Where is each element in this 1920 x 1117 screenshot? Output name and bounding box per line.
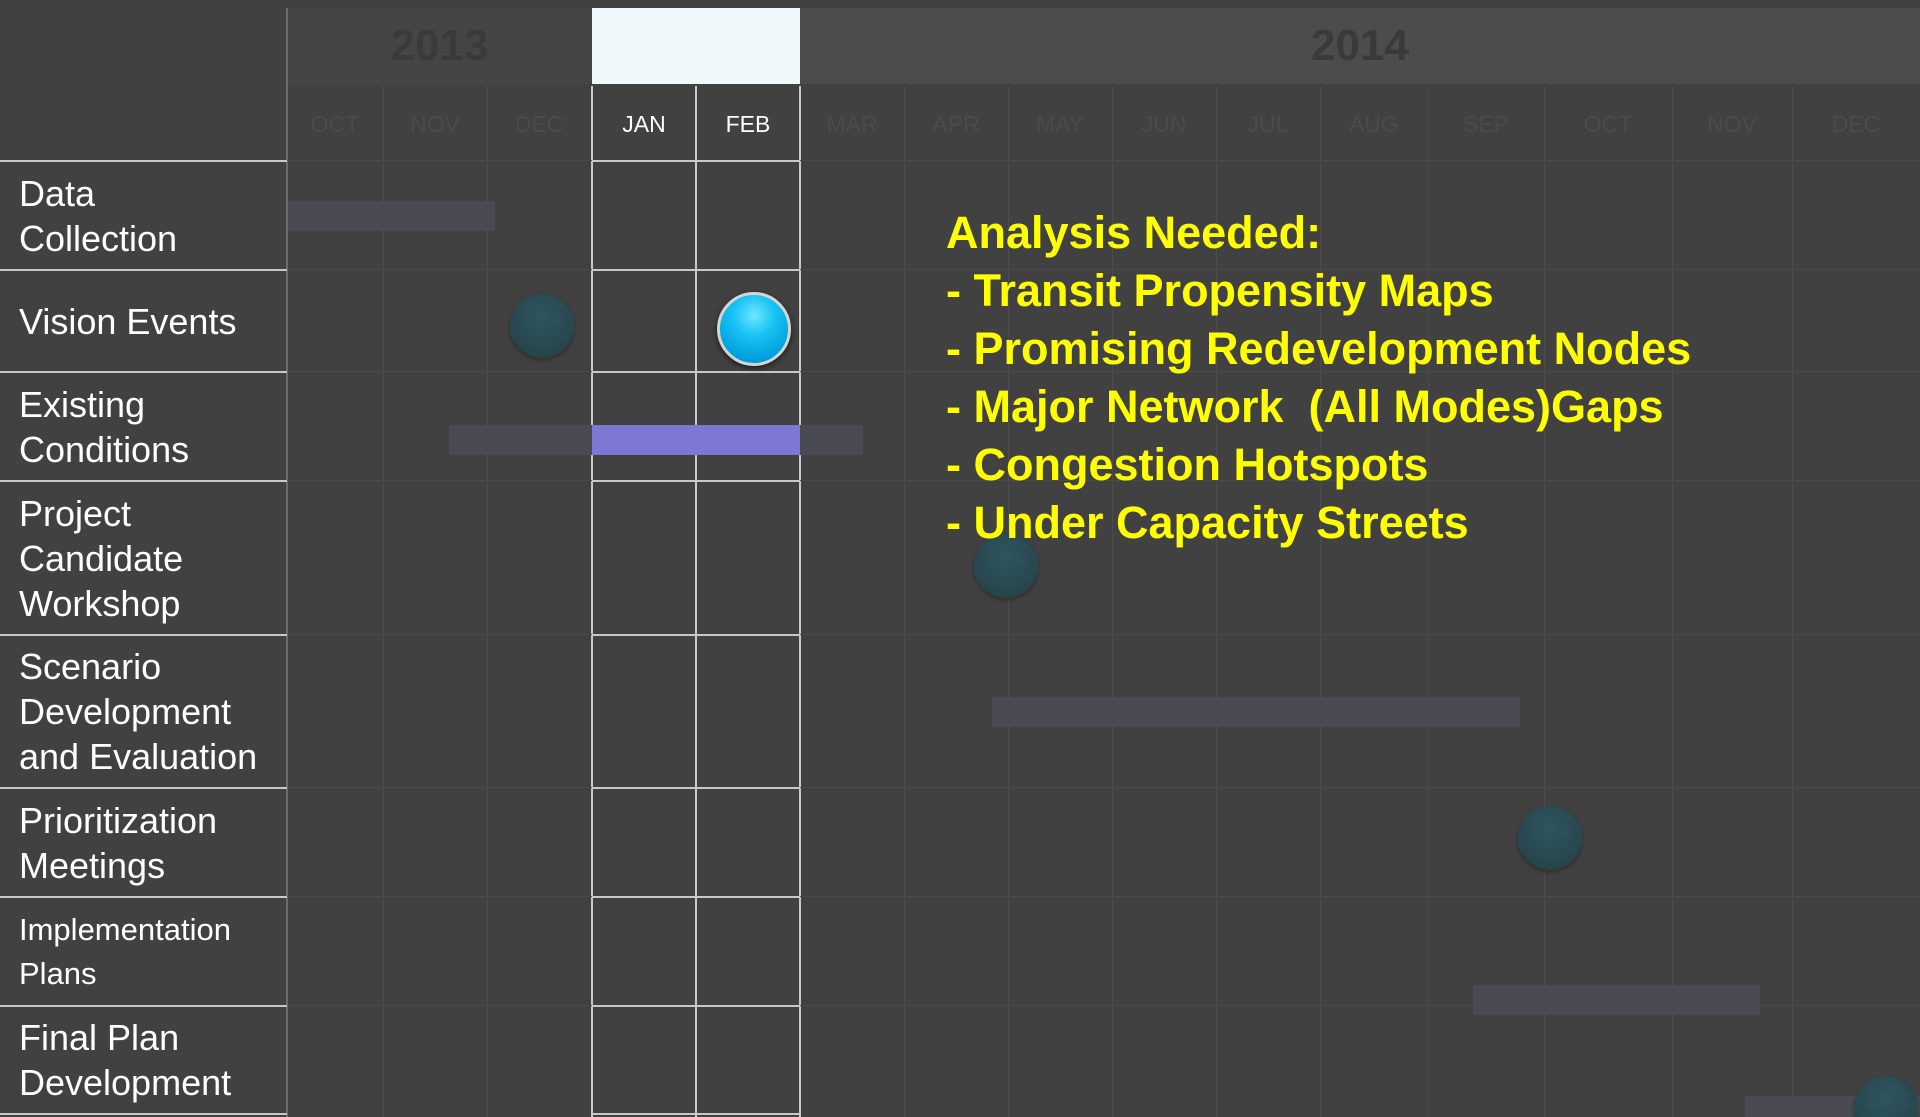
grid-line-highlight-start [591, 86, 593, 1117]
month-jul-2014: JUL [1247, 110, 1289, 137]
annotation-heading: Analysis Needed: [946, 207, 1322, 258]
row-separator-faint [287, 160, 592, 161]
analysis-needed-annotation: Analysis Needed: - Transit Propensity Ma… [946, 204, 1691, 552]
bar-data-collection [288, 201, 495, 231]
task-label-vision-events: Vision Events [19, 300, 237, 342]
current-period-highlight [592, 8, 800, 84]
grid-line-label-edge [286, 8, 288, 1117]
row-separator-faint [800, 787, 1920, 788]
task-label-project-candidate-workshop: Project Candidate Workshop [19, 492, 184, 624]
task-label-data-collection: Data Collection [19, 172, 178, 259]
milestone-final-plan [1854, 1076, 1918, 1117]
row-separator [0, 1113, 287, 1115]
annotation-item-redevelopment-nodes: - Promising Redevelopment Nodes [946, 323, 1692, 374]
row-separator-highlight [592, 1113, 800, 1115]
task-label-prioritization-meetings: Prioritization Meetings [19, 799, 218, 886]
month-dec-2013: DEC [514, 110, 564, 137]
row-separator-highlight [592, 480, 800, 482]
month-may-2014: MAY [1035, 110, 1085, 137]
month-oct-2013: OCT [310, 110, 360, 137]
year-2014-label: 2014 [1311, 21, 1409, 70]
month-feb-2014: FEB [725, 110, 771, 137]
task-label-existing-conditions: Existing Conditions [19, 383, 190, 470]
milestone-prioritization-meeting [1518, 806, 1582, 870]
grid-line-month [904, 86, 905, 1117]
grid-line-month [487, 86, 488, 1117]
bar-implementation-plans [1473, 985, 1760, 1015]
row-separator-highlight [592, 896, 800, 898]
row-separator-faint [800, 160, 1920, 161]
annotation-item-network-gaps: - Major Network (All Modes)Gaps [946, 381, 1664, 432]
row-separator-highlight [592, 1005, 800, 1007]
month-aug-2014: AUG [1349, 110, 1399, 137]
year-2014-header: 2014 [800, 8, 1920, 84]
row-separator-faint [800, 634, 1920, 635]
milestone-vision-event-feb [717, 292, 791, 366]
month-nov-2014: NOV [1707, 110, 1757, 137]
month-sep-2014: SEP [1462, 110, 1510, 137]
month-oct-2014: OCT [1583, 110, 1633, 137]
annotation-item-under-capacity-streets: - Under Capacity Streets [946, 497, 1469, 548]
task-label-final-plan-development: Final Plan Development [19, 1017, 232, 1103]
grid-line-month [383, 86, 384, 1117]
row-separator-faint [287, 269, 592, 270]
milestone-vision-event-dec [510, 294, 574, 358]
grid-line-highlight-mid [695, 86, 697, 1117]
row-separator-highlight [592, 269, 800, 271]
row-separator-faint [287, 480, 592, 481]
grid-line-highlight-end [799, 86, 801, 1117]
row-separator-faint [287, 787, 592, 788]
task-label-implementation-plans: Implementation Plans [19, 911, 231, 991]
month-mar-2014: MAR [826, 110, 878, 137]
row-separator-faint [287, 896, 592, 897]
row-separator-faint [287, 634, 592, 635]
year-2013-label: 2013 [390, 21, 489, 70]
month-apr-2014: APR [932, 110, 980, 137]
annotation-item-congestion-hotspots: - Congestion Hotspots [946, 439, 1429, 490]
annotation-item-transit-propensity: - Transit Propensity Maps [946, 265, 1494, 316]
month-nov-2013: NOV [410, 110, 460, 137]
row-separator-faint [800, 896, 1920, 897]
grid-line-month [1792, 86, 1793, 1117]
row-separator-highlight [592, 371, 800, 373]
month-dec-2014: DEC [1831, 110, 1881, 137]
row-separator-highlight [592, 787, 800, 789]
row-separator-faint [287, 371, 592, 372]
month-jun-2014: JUN [1141, 110, 1187, 137]
month-jan-2014: JAN [622, 110, 666, 137]
row-separator-highlight [592, 634, 800, 636]
bar-existing-conditions-active [592, 425, 800, 455]
row-separator-faint [287, 1005, 592, 1006]
bar-scenario-development [992, 697, 1520, 727]
task-label-scenario-development: Scenario Development and Evaluation [19, 646, 258, 777]
row-separator-highlight [592, 160, 800, 162]
year-2013-header: 2013 [287, 8, 592, 84]
